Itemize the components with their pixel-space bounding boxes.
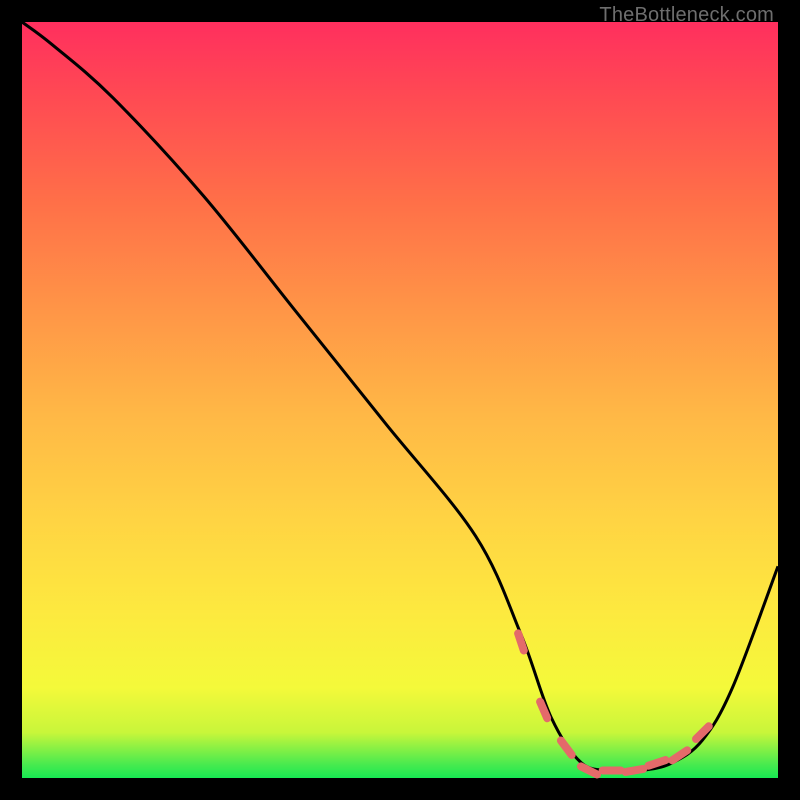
highlight-dash [672,750,687,760]
highlight-dash [696,726,709,739]
highlight-dash [518,633,524,650]
chart-frame [22,22,778,778]
highlight-dash [649,760,666,766]
highlight-dash [561,741,572,755]
highlight-dash [625,769,643,772]
attribution-label: TheBottleneck.com [599,4,774,27]
curve-layer [22,22,778,771]
highlight-dash [581,766,597,774]
bottleneck-curve [22,22,778,771]
chart-svg [22,22,778,778]
